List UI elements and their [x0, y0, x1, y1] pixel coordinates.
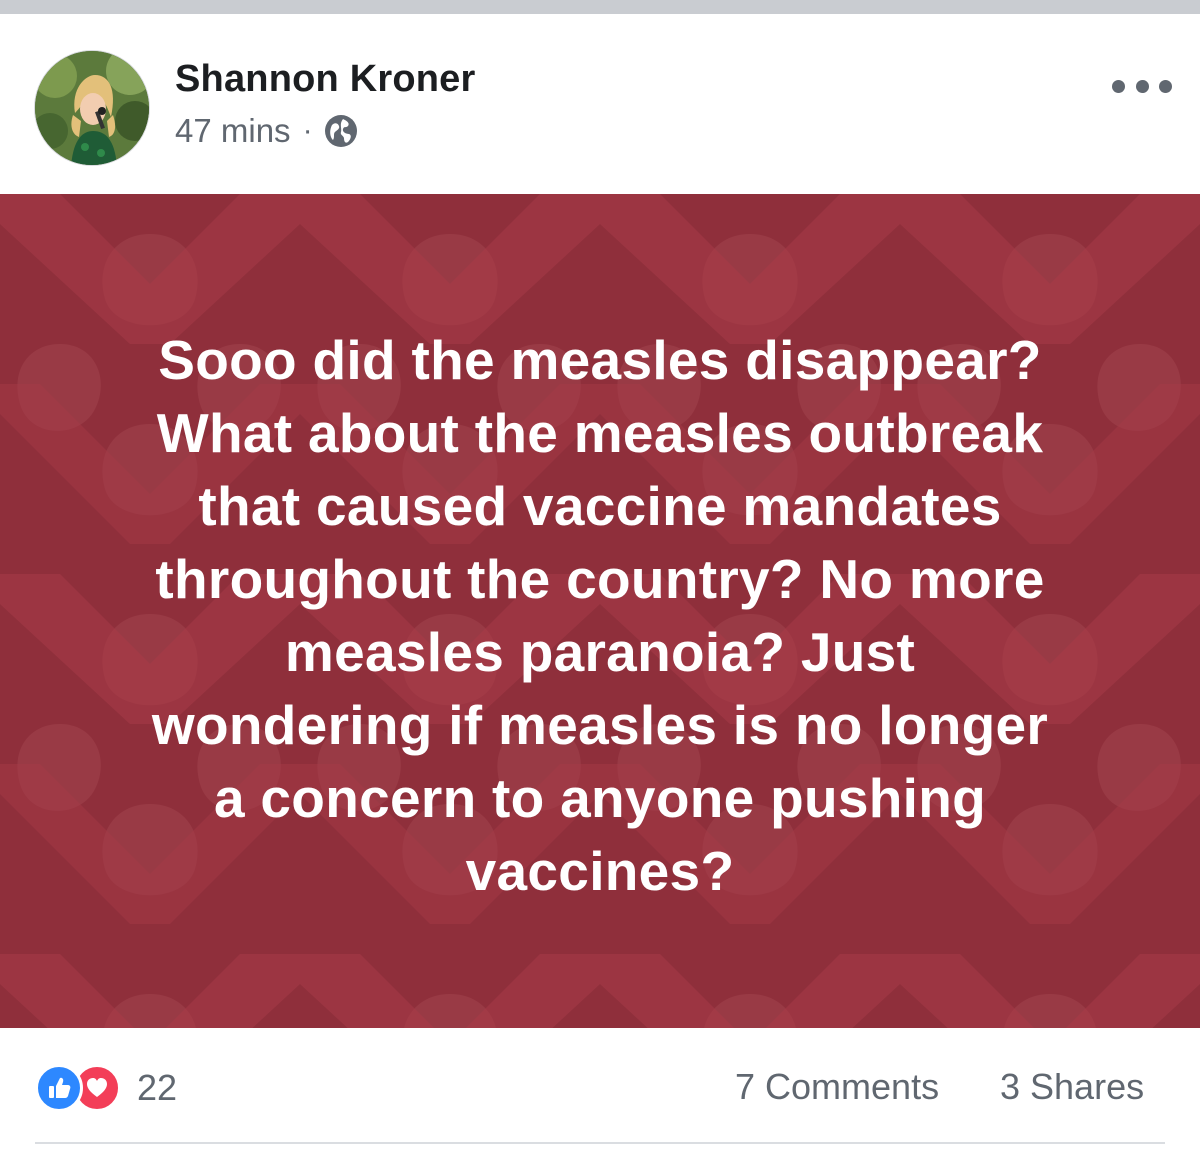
comments-link[interactable]: 7 Comments: [735, 1066, 939, 1108]
more-dot: [1112, 79, 1125, 93]
post-text-line: What about the measles outbreak: [156, 402, 1044, 464]
globe-icon: [323, 113, 359, 149]
post-timestamp[interactable]: 47 mins: [175, 112, 291, 150]
reactions-summary[interactable]: 22: [35, 1064, 177, 1112]
footer-divider: [35, 1142, 1165, 1144]
post-header: Shannon Kroner 47 mins ·: [0, 14, 1200, 194]
post-footer: 22 7 Comments 3 Shares: [0, 1028, 1200, 1161]
post-text-line: that caused vaccine mandates: [198, 475, 1002, 537]
post-text-line: wondering if measles is no longer: [151, 694, 1049, 756]
post-text-line: throughout the country? No more: [155, 548, 1045, 610]
post-meta: 47 mins ·: [175, 112, 359, 150]
post-text-line: vaccines?: [465, 840, 735, 902]
post-text-line: a concern to anyone pushing: [213, 767, 987, 829]
post-text-line: measles paranoia? Just: [284, 621, 916, 683]
shares-link[interactable]: 3 Shares: [1000, 1066, 1144, 1108]
author-name[interactable]: Shannon Kroner: [175, 58, 475, 101]
post-text-line: Sooo did the measles disappear?: [158, 329, 1042, 391]
top-divider: [0, 0, 1200, 14]
post-text-card[interactable]: Sooo did the measles disappear? What abo…: [0, 194, 1200, 1028]
more-options-icon[interactable]: [1112, 74, 1172, 98]
more-dot: [1159, 79, 1172, 93]
meta-separator: ·: [302, 114, 313, 147]
author-avatar[interactable]: [34, 50, 150, 166]
more-dot: [1135, 79, 1149, 93]
like-icon: [35, 1064, 83, 1112]
reaction-count: 22: [137, 1067, 178, 1108]
post-text: Sooo did the measles disappear? What abo…: [60, 324, 1140, 908]
